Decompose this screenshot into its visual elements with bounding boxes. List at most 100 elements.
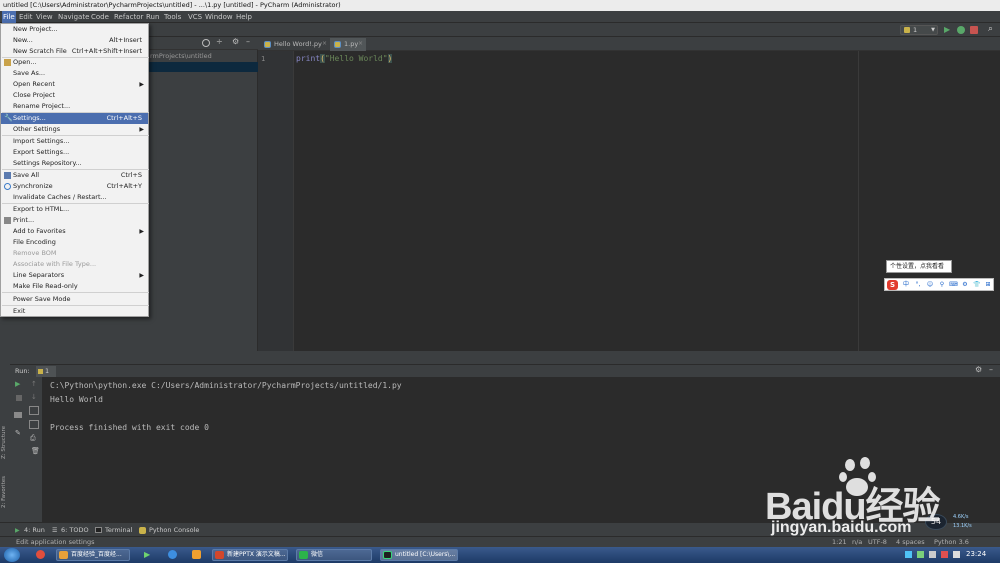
project-root-path[interactable]: rmProjects\untitled — [148, 51, 258, 61]
tool-tab-run[interactable]: ▶ 4: Run — [15, 525, 45, 536]
menu-item-new[interactable]: New... Alt+Insert — [1, 35, 148, 46]
menu-item-file-encoding[interactable]: File Encoding — [1, 237, 148, 248]
tool-tab-terminal[interactable]: Terminal — [95, 525, 132, 536]
trash-icon[interactable]: 🗑 — [31, 447, 40, 455]
ime-settings-icon[interactable]: ⚙ — [961, 281, 969, 289]
target-icon[interactable] — [202, 39, 210, 47]
structure-tab[interactable]: Z: Structure — [1, 426, 7, 459]
gear-icon[interactable]: ⚙ — [232, 37, 239, 46]
gear-icon[interactable]: ⚙ — [975, 365, 982, 374]
tray-icon[interactable] — [929, 551, 936, 558]
soft-wrap-icon[interactable] — [29, 406, 39, 415]
scroll-end-icon[interactable] — [29, 420, 39, 429]
menu-item-make-read-only[interactable]: Make File Read-only — [1, 281, 148, 292]
menu-item-associate-file-type: Associate with File Type... — [1, 259, 148, 270]
menu-item-open-recent[interactable]: Open Recent ▶ — [1, 79, 148, 90]
tool-tab-python-console[interactable]: Python Console — [139, 525, 199, 536]
menu-item-open[interactable]: Open... — [1, 57, 148, 68]
media-icon[interactable]: ▶ — [144, 550, 150, 559]
menu-tools[interactable]: Tools — [163, 11, 182, 23]
ime-chinese-icon[interactable]: 中 — [902, 281, 910, 289]
menu-run[interactable]: Run — [145, 11, 160, 23]
taskbar-ppt[interactable]: 新建PPTX 演示文稿... — [212, 549, 288, 561]
tab-hello-word[interactable]: Hello Word!.py — [260, 38, 328, 51]
menu-item-label: Add to Favorites — [13, 227, 66, 235]
menu-item-line-separators[interactable]: Line Separators ▶ — [1, 270, 148, 281]
menu-edit[interactable]: Edit — [18, 11, 34, 23]
collapse-icon[interactable]: ÷ — [216, 37, 223, 46]
layout-icon[interactable] — [14, 412, 22, 418]
menu-item-label: Exit — [13, 307, 26, 315]
ime-menu-icon[interactable]: ⊞ — [984, 281, 992, 289]
taskbar-wechat[interactable]: 微信 — [296, 549, 372, 561]
hide-icon[interactable]: – — [989, 365, 993, 374]
splitter[interactable] — [0, 351, 1000, 364]
menu-item-other-settings[interactable]: Other Settings ▶ — [1, 124, 148, 135]
run-config-select[interactable]: 1 ▼ — [900, 25, 938, 35]
start-button[interactable] — [4, 548, 20, 562]
stop-icon[interactable] — [970, 26, 978, 34]
menu-item-settings-repository[interactable]: Settings Repository... — [1, 158, 148, 169]
close-icon[interactable]: × — [358, 40, 363, 47]
arrow-up-icon[interactable]: ↑ — [31, 380, 37, 388]
menu-item-export-settings[interactable]: Export Settings... — [1, 147, 148, 158]
menu-item-exit[interactable]: Exit — [1, 306, 148, 317]
taskbar-browser[interactable]: 百度经验_百度经... — [56, 549, 130, 561]
ime-skin-icon[interactable]: 👕 — [973, 281, 981, 289]
menu-window[interactable]: Window — [204, 11, 234, 23]
run-icon[interactable]: ▶ — [944, 25, 950, 35]
hide-icon[interactable]: – — [246, 37, 250, 46]
app-icon[interactable] — [168, 550, 177, 559]
run-panel-label: Run: — [15, 367, 30, 375]
app-icon[interactable] — [192, 550, 201, 559]
pin-icon[interactable]: ✎ — [15, 429, 21, 437]
menu-item-import-settings[interactable]: Import Settings... — [1, 136, 148, 147]
stop-icon[interactable] — [16, 395, 22, 401]
clock[interactable]: 23:24 — [966, 550, 986, 558]
menu-item-save-all[interactable]: Save All Ctrl+S — [1, 170, 148, 181]
python-file-icon — [264, 41, 271, 48]
code-editor[interactable]: print("Hello World") — [294, 51, 1000, 351]
menu-vcs[interactable]: VCS — [187, 11, 203, 23]
rerun-icon[interactable]: ▶ — [15, 380, 20, 388]
app-icon[interactable] — [36, 550, 45, 559]
menu-item-invalidate-caches[interactable]: Invalidate Caches / Restart... — [1, 192, 148, 203]
volume-icon[interactable] — [953, 551, 960, 558]
menu-item-print[interactable]: Print... — [1, 215, 148, 226]
debug-icon[interactable] — [957, 26, 965, 34]
tray-icon[interactable] — [941, 551, 948, 558]
menu-item-rename-project[interactable]: Rename Project... — [1, 101, 148, 112]
tool-tab-todo[interactable]: ☰ 6: TODO — [52, 525, 89, 536]
menu-item-close-project[interactable]: Close Project — [1, 90, 148, 101]
search-icon[interactable]: ⌕ — [988, 24, 993, 35]
menu-item-synchronize[interactable]: Synchronize Ctrl+Alt+Y — [1, 181, 148, 192]
ime-punct-icon[interactable]: °, — [914, 281, 922, 289]
arrow-down-icon[interactable]: ↓ — [31, 393, 37, 401]
menu-code[interactable]: Code — [90, 11, 110, 23]
close-icon[interactable]: × — [322, 40, 327, 47]
menu-view[interactable]: View — [35, 11, 54, 23]
menu-help[interactable]: Help — [235, 11, 253, 23]
menu-item-export-html[interactable]: Export to HTML... — [1, 204, 148, 215]
menu-item-settings[interactable]: 🔧 Settings... Ctrl+Alt+S — [1, 113, 148, 124]
tray-icon[interactable] — [905, 551, 912, 558]
menu-navigate[interactable]: Navigate — [57, 11, 90, 23]
favorites-tab[interactable]: 2: Favorites — [1, 476, 7, 508]
menu-item-new-scratch[interactable]: New Scratch File Ctrl+Alt+Shift+Insert — [1, 46, 148, 57]
menu-item-label: Import Settings... — [13, 137, 70, 145]
tray-icon[interactable] — [917, 551, 924, 558]
menu-refactor[interactable]: Refactor — [113, 11, 144, 23]
project-selected-row[interactable] — [148, 62, 258, 72]
ime-emoji-icon[interactable]: ☺ — [926, 281, 934, 289]
menu-item-power-save[interactable]: Power Save Mode — [1, 294, 148, 305]
menu-file[interactable]: File — [2, 11, 16, 23]
ime-keyboard-icon[interactable]: ⌨ — [949, 281, 958, 289]
sogou-logo-icon[interactable]: S — [887, 280, 898, 290]
run-tab[interactable]: 1 — [36, 366, 56, 377]
menu-item-new-project[interactable]: New Project... — [1, 24, 148, 35]
print-icon[interactable]: ⎙ — [30, 434, 36, 443]
taskbar-pycharm[interactable]: untitled [C:\Users\... — [380, 549, 458, 561]
ime-voice-icon[interactable]: ⚲ — [938, 281, 946, 289]
menu-item-add-to-favorites[interactable]: Add to Favorites ▶ — [1, 226, 148, 237]
menu-item-save-as[interactable]: Save As... — [1, 68, 148, 79]
